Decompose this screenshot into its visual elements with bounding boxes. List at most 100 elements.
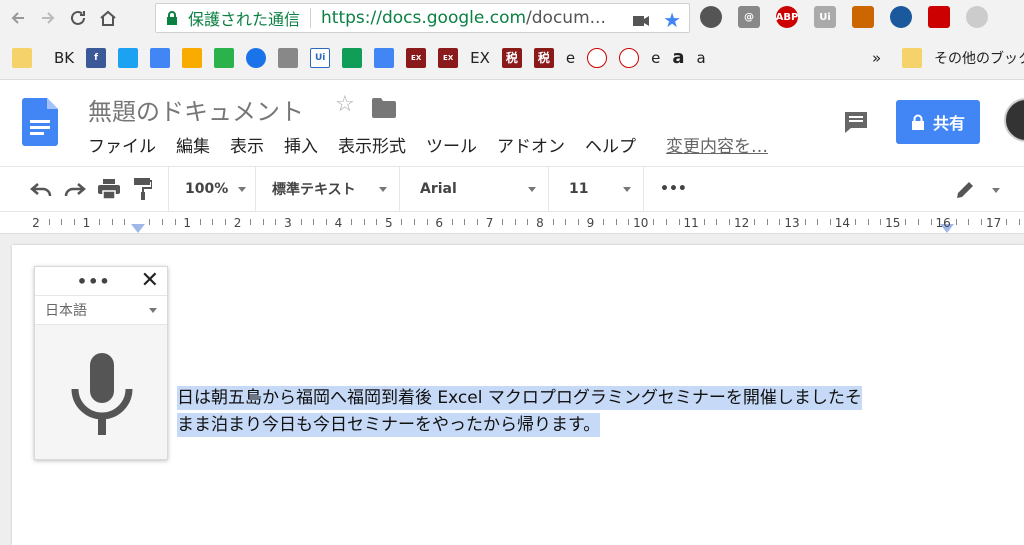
pencil-icon[interactable] [948, 175, 982, 205]
bookmark-other[interactable]: その他のブック [902, 47, 1024, 69]
ruler-tick [955, 219, 957, 225]
ruler-tick [363, 219, 365, 225]
font-size-select[interactable]: 11 [549, 166, 643, 212]
bookmark-docs[interactable] [374, 47, 395, 69]
voice-panel-header[interactable]: ••• ✕ [35, 267, 167, 295]
circle-icon[interactable] [966, 6, 988, 28]
last-edit-link[interactable]: 変更内容を… [666, 132, 768, 157]
bookmark-bk[interactable]: BK [44, 47, 74, 69]
forward-icon[interactable] [36, 6, 60, 30]
bookmark-twitter[interactable] [118, 47, 139, 69]
bookmark-e-1[interactable]: e [566, 47, 575, 69]
selected-text: 日は朝五島から福岡へ福岡到着後 Excel マクロプログラミングセミナーを開催し… [177, 386, 862, 410]
ruler-number: 4 [334, 216, 343, 230]
document-body[interactable]: 日は朝五島から福岡へ福岡到着後 Excel マクロプログラミングセミナーを開催し… [177, 385, 862, 439]
zoom-select[interactable]: 100% [169, 166, 255, 212]
folder-icon[interactable] [372, 98, 396, 122]
bookmark-printer[interactable] [278, 47, 299, 69]
omnibox-divider [310, 8, 312, 28]
ruler-tick [880, 219, 882, 225]
undo-icon[interactable] [24, 174, 58, 204]
ui-icon[interactable]: Ui [814, 6, 836, 28]
bookmark-ui[interactable]: Ui [310, 47, 331, 69]
menu-addons[interactable]: アドオン [497, 132, 565, 157]
bookmark-tax-1[interactable]: 税 [501, 47, 522, 69]
menu-help[interactable]: ヘルプ [585, 132, 636, 157]
folder-icon [12, 47, 32, 68]
print-icon[interactable] [92, 174, 126, 204]
avatar[interactable] [1004, 98, 1024, 142]
ruler-tick [855, 219, 856, 225]
bookmark-feedly[interactable] [214, 47, 235, 69]
ruler-tick [804, 219, 806, 225]
menu-format[interactable]: 表示形式 [338, 132, 406, 157]
bookmark-clock-1[interactable] [587, 47, 608, 69]
abp-icon[interactable]: ABP [776, 6, 798, 28]
style-select[interactable]: 標準テキスト [256, 166, 399, 212]
language-value: 日本語 [45, 303, 87, 319]
bird-icon[interactable] [852, 6, 874, 28]
bookmark-exit-1[interactable]: EX [406, 47, 427, 69]
ruler-tick [262, 219, 264, 225]
ruler-tick [981, 219, 982, 225]
docs-logo-icon[interactable] [22, 98, 58, 146]
bookmark-analytics[interactable] [182, 47, 203, 69]
camera-icon[interactable] [633, 12, 649, 31]
chevron-down-icon [149, 307, 157, 313]
bookmarks-more[interactable]: » [872, 47, 881, 69]
menu-tools[interactable]: ツール [426, 132, 477, 157]
bookmark-adwords[interactable] [150, 47, 171, 69]
star-icon[interactable]: ☆ [335, 92, 355, 117]
reload-icon[interactable] [66, 6, 90, 30]
close-icon[interactable]: ✕ [141, 270, 159, 292]
bookmark-exit-2[interactable]: EX [438, 47, 459, 69]
microphone-icon[interactable] [71, 353, 133, 439]
ruler-tick [1006, 219, 1008, 225]
docs-header: 無題のドキュメント ☆ ファイル 編集 表示 挿入 表示形式 ツール アドオン … [0, 80, 1024, 166]
back-icon[interactable] [6, 6, 30, 30]
url-main: https://docs.google.com [321, 8, 527, 28]
evernote-icon[interactable] [700, 6, 722, 28]
ui-icon: Ui [310, 47, 331, 68]
chevron-down-icon [238, 186, 247, 192]
bookmark-ex[interactable]: EX [470, 47, 490, 69]
redo-icon[interactable] [58, 174, 92, 204]
bookmark-facebook[interactable]: f [86, 47, 107, 69]
ruler-tick [615, 219, 617, 225]
chevron-down-icon [623, 186, 631, 192]
document-title[interactable]: 無題のドキュメント [88, 92, 304, 127]
ruler-tick [930, 219, 932, 225]
bookmarks-bar: BK f Ui EX EX EX 税 税 e e a a » その他のブック [0, 36, 1024, 80]
font-select[interactable]: Arial [400, 166, 548, 212]
bookmark-amazon[interactable]: a [672, 47, 684, 69]
bookmark-rss[interactable] [246, 47, 267, 69]
pdf-icon[interactable] [928, 6, 950, 28]
ruler-tick [477, 219, 478, 225]
address-bar[interactable]: 保護された通信 https://docs.google.com/docum...… [155, 3, 690, 33]
bookmark-tax-2[interactable]: 税 [533, 47, 554, 69]
exit-icon: EX [406, 47, 427, 68]
ruler-tick [48, 219, 50, 225]
menu-file[interactable]: ファイル [88, 132, 156, 157]
drag-handle-icon[interactable]: ••• [77, 272, 111, 291]
more-tools-button[interactable]: ••• [644, 166, 694, 212]
share-button[interactable]: 共有 [896, 100, 980, 144]
chevron-down-icon[interactable] [992, 188, 1000, 193]
menu-edit[interactable]: 編集 [176, 132, 210, 157]
menu-view[interactable]: 表示 [230, 132, 264, 157]
menu-insert[interactable]: 挿入 [284, 132, 318, 157]
bookmark-sheets[interactable] [342, 47, 363, 69]
bookmark-star-icon[interactable]: ★ [663, 8, 681, 32]
left-indent-marker[interactable] [131, 224, 145, 233]
language-select[interactable]: 日本語 [35, 295, 167, 325]
comment-icon[interactable] [843, 110, 869, 138]
bookmark-clock-2[interactable] [619, 47, 640, 69]
home-icon[interactable] [96, 6, 120, 30]
diamond-icon[interactable] [890, 6, 912, 28]
at-icon[interactable]: @ [738, 6, 760, 28]
ruler[interactable]: 2 1 1 2 3 4 5 6 7 8 9 10 11 12 13 14 15 16 17 [0, 212, 1024, 234]
bookmark-folder[interactable] [12, 47, 32, 69]
bookmark-a[interactable]: a [697, 47, 706, 69]
bookmark-e-2[interactable]: e [651, 47, 660, 69]
paint-format-icon[interactable] [126, 174, 160, 204]
